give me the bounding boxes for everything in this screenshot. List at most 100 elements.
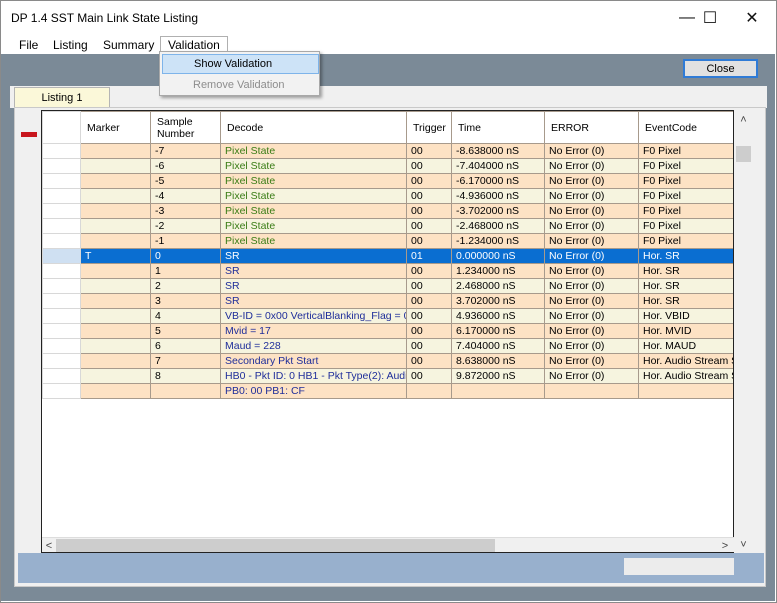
cell-decode: Pixel State: [220, 173, 407, 189]
tab-listing-1[interactable]: Listing 1: [14, 87, 110, 108]
cell-error: No Error (0): [544, 338, 639, 354]
cell-decode: SR: [220, 263, 407, 279]
cell-marker: [80, 158, 151, 174]
scroll-left-icon[interactable]: <: [42, 538, 56, 553]
vertical-scroll-thumb[interactable]: [736, 146, 751, 162]
row-header[interactable]: [42, 383, 81, 399]
cell-error: No Error (0): [544, 293, 639, 309]
row-header[interactable]: [42, 353, 81, 369]
table-row[interactable]: 5 Mvid = 17 00 6.170000 nS No Error (0) Hor. …: [42, 323, 733, 339]
column-header-time[interactable]: Time: [451, 111, 545, 144]
tab-strip: [10, 86, 767, 108]
table-row[interactable]: 2 SR 00 2.468000 nS No Error (0) Hor. SR: [42, 278, 733, 294]
close-window-button[interactable]: ✕: [729, 1, 775, 34]
cell-eventcode: Hor. SR: [638, 278, 733, 294]
cell-decode: Maud = 228: [220, 338, 407, 354]
column-header-marker[interactable]: Marker: [80, 111, 151, 144]
row-header[interactable]: [42, 218, 81, 234]
cell-error: No Error (0): [544, 263, 639, 279]
column-header-sample-number[interactable]: Sample Number: [150, 111, 221, 144]
scroll-up-icon[interactable]: ˄: [735, 112, 752, 128]
row-header[interactable]: [42, 323, 81, 339]
row-header[interactable]: [42, 143, 81, 159]
maximize-button[interactable]: ☐: [687, 1, 733, 34]
table-row[interactable]: T 0 SR 01 0.000000 nS No Error (0) Hor. SR: [42, 248, 733, 264]
table-row[interactable]: PB0: 00 PB1: CF: [42, 383, 733, 399]
cell-time: -1.234000 nS: [451, 233, 545, 249]
cell-eventcode: Hor. MAUD: [638, 338, 733, 354]
cell-error: No Error (0): [544, 143, 639, 159]
cell-decode: Pixel State: [220, 203, 407, 219]
column-header-error[interactable]: ERROR: [544, 111, 639, 144]
cell-sample-number: 5: [150, 323, 221, 339]
menu-file[interactable]: File: [11, 36, 46, 54]
table-row[interactable]: 6 Maud = 228 00 7.404000 nS No Error (0) Hor.…: [42, 338, 733, 354]
column-header-eventcode[interactable]: EventCode: [638, 111, 733, 144]
vertical-scrollbar[interactable]: ˄ ˅: [735, 110, 752, 553]
row-header[interactable]: [42, 173, 81, 189]
cell-time: -2.468000 nS: [451, 218, 545, 234]
table-row[interactable]: -1 Pixel State 00 -1.234000 nS No Error (0) F…: [42, 233, 733, 249]
row-header[interactable]: [42, 158, 81, 174]
table-row[interactable]: -4 Pixel State 00 -4.936000 nS No Error (0) F…: [42, 188, 733, 204]
cell-time: -7.404000 nS: [451, 158, 545, 174]
cell-time: 3.702000 nS: [451, 293, 545, 309]
table-row[interactable]: -2 Pixel State 00 -2.468000 nS No Error (0) F…: [42, 218, 733, 234]
column-header-decode[interactable]: Decode: [220, 111, 407, 144]
cell-time: [451, 383, 545, 399]
row-header[interactable]: [42, 338, 81, 354]
cell-marker: [80, 188, 151, 204]
row-header[interactable]: [42, 233, 81, 249]
cell-sample-number: -6: [150, 158, 221, 174]
cell-marker: [80, 173, 151, 189]
cell-trigger: 00: [406, 188, 452, 204]
row-header[interactable]: [42, 263, 81, 279]
cell-time: 1.234000 nS: [451, 263, 545, 279]
row-header[interactable]: [42, 248, 81, 264]
close-button[interactable]: Close: [683, 59, 758, 78]
table-row[interactable]: 7 Secondary Pkt Start 00 8.638000 nS No Erro…: [42, 353, 733, 369]
cell-marker: [80, 308, 151, 324]
column-header-trigger[interactable]: Trigger: [406, 111, 452, 144]
cell-marker: [80, 218, 151, 234]
horizontal-scrollbar[interactable]: < >: [42, 537, 734, 552]
row-header[interactable]: [42, 308, 81, 324]
cell-trigger: 00: [406, 338, 452, 354]
cell-error: No Error (0): [544, 323, 639, 339]
row-header[interactable]: [42, 293, 81, 309]
menu-listing[interactable]: Listing: [45, 36, 96, 54]
cell-time: 8.638000 nS: [451, 353, 545, 369]
cell-marker: [80, 323, 151, 339]
cell-marker: [80, 383, 151, 399]
table-row[interactable]: -7 Pixel State 00 -8.638000 nS No Error (0) F…: [42, 143, 733, 159]
table-row[interactable]: -5 Pixel State 00 -6.170000 nS No Error (0) F…: [42, 173, 733, 189]
cell-trigger: 01: [406, 248, 452, 264]
cell-eventcode: Hor. SR: [638, 263, 733, 279]
scroll-right-icon[interactable]: >: [718, 538, 732, 553]
row-header[interactable]: [42, 278, 81, 294]
table-row[interactable]: -6 Pixel State 00 -7.404000 nS No Error (0) F…: [42, 158, 733, 174]
table-row[interactable]: 1 SR 00 1.234000 nS No Error (0) Hor. SR: [42, 263, 733, 279]
table-row[interactable]: 8HB0 - Pkt ID: 0 HB1 - Pkt Type(2): Audi…: [42, 368, 733, 384]
menu-item-remove-validation[interactable]: Remove Validation: [162, 75, 319, 95]
cell-eventcode: Hor. VBID: [638, 308, 733, 324]
cell-trigger: 00: [406, 143, 452, 159]
table-row[interactable]: 4 VB-ID = 0x00 VerticalBlanking_Flag = 0 …: [42, 308, 733, 324]
row-header[interactable]: [42, 368, 81, 384]
menu-summary[interactable]: Summary: [95, 36, 162, 54]
maximize-icon: ☐: [702, 9, 718, 27]
cell-marker: [80, 143, 151, 159]
table-row[interactable]: -3 Pixel State 00 -3.702000 nS No Error (0) F…: [42, 203, 733, 219]
marker-indicator-icon[interactable]: [21, 132, 37, 137]
cell-trigger: [406, 383, 452, 399]
horizontal-scroll-thumb[interactable]: [56, 539, 495, 552]
cell-trigger: 00: [406, 263, 452, 279]
row-header[interactable]: [42, 188, 81, 204]
menu-item-show-validation[interactable]: Show Validation: [162, 54, 319, 74]
scroll-down-icon[interactable]: ˅: [735, 537, 752, 553]
cell-marker: [80, 233, 151, 249]
cell-marker: [80, 278, 151, 294]
row-header[interactable]: [42, 203, 81, 219]
table-row[interactable]: 3 SR 00 3.702000 nS No Error (0) Hor. SR: [42, 293, 733, 309]
cell-eventcode: F0 Pixel: [638, 173, 733, 189]
